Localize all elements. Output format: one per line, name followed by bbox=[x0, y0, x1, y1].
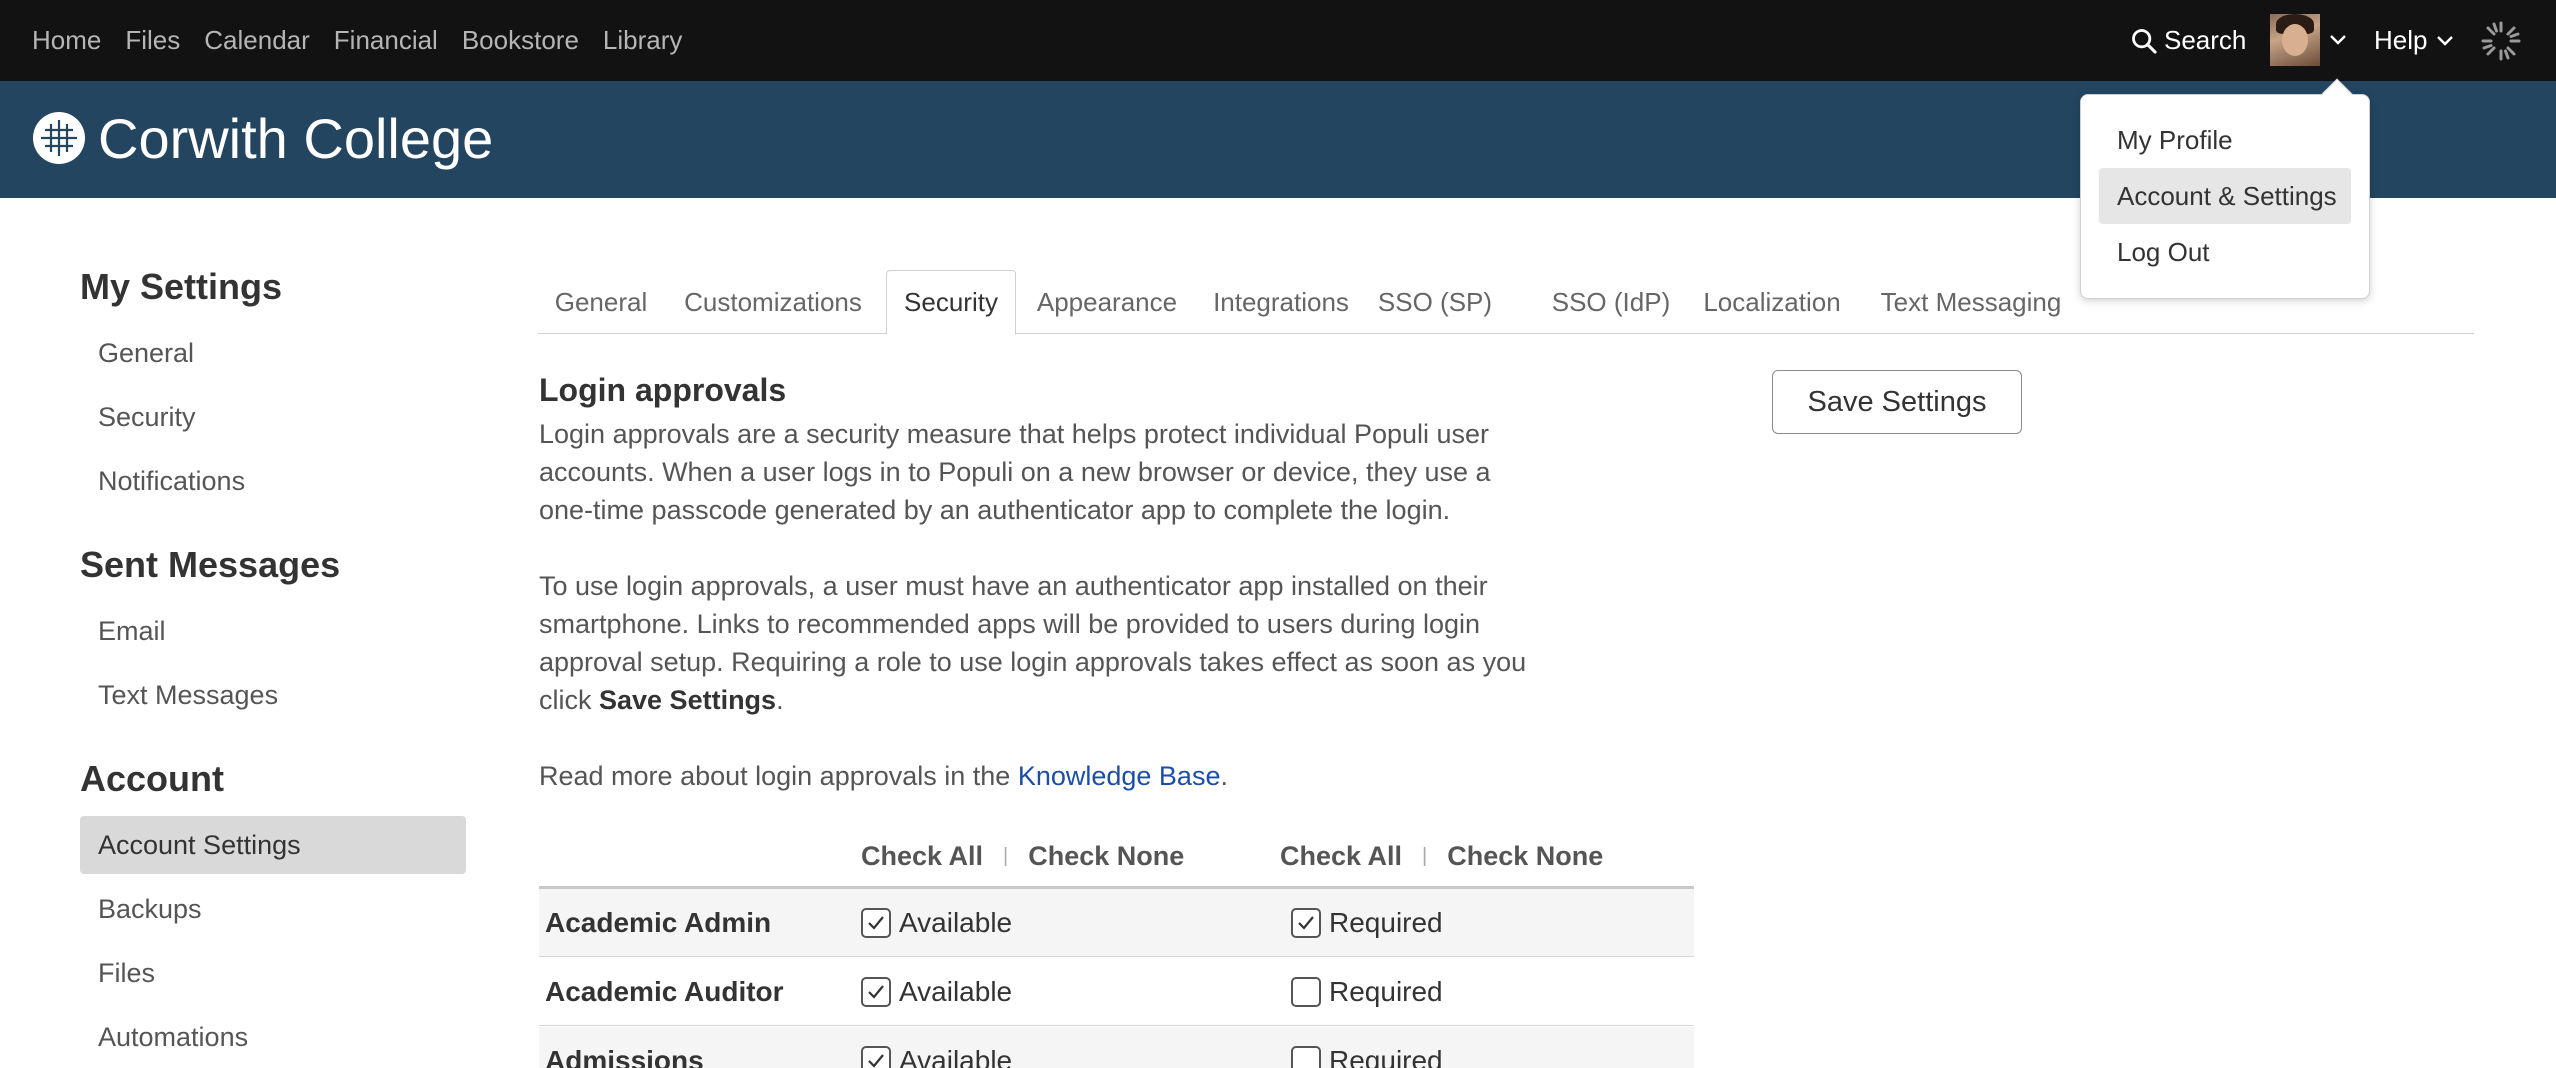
main-nav-links: Home Files Calendar Financial Bookstore … bbox=[32, 0, 682, 81]
sidebar-heading-my-settings: My Settings bbox=[80, 266, 283, 307]
help-menu-button[interactable]: Help bbox=[2374, 0, 2455, 81]
sidebar-item-automations[interactable]: Automations bbox=[80, 1008, 466, 1066]
sidebar-item-files[interactable]: Files bbox=[80, 944, 466, 1002]
nav-library[interactable]: Library bbox=[603, 25, 682, 56]
checkmark-icon bbox=[1298, 916, 1314, 930]
paragraph-2-period: . bbox=[776, 685, 784, 715]
tab-text-messaging[interactable]: Text Messaging bbox=[1858, 270, 2084, 334]
nav-home[interactable]: Home bbox=[32, 25, 101, 56]
sidebar-item-account-settings[interactable]: Account Settings bbox=[80, 816, 466, 874]
available-label[interactable]: Available bbox=[899, 889, 1012, 957]
search-label: Search bbox=[2164, 25, 2247, 55]
required-checkbox[interactable] bbox=[1291, 1046, 1321, 1068]
search-icon bbox=[2132, 28, 2157, 54]
save-settings-emphasis: Save Settings bbox=[599, 685, 777, 715]
tab-customizations[interactable]: Customizations bbox=[666, 270, 880, 334]
nav-files[interactable]: Files bbox=[125, 25, 180, 56]
table-row: Admissions Available Required bbox=[539, 1027, 1694, 1068]
top-nav: Home Files Calendar Financial Bookstore … bbox=[0, 0, 2556, 81]
section-title: Login approvals bbox=[539, 372, 787, 408]
menu-item-account-settings[interactable]: Account & Settings bbox=[2099, 168, 2351, 224]
save-settings-button[interactable]: Save Settings bbox=[1772, 370, 2022, 434]
search-button[interactable]: Search bbox=[2130, 0, 2246, 81]
sidebar-item-text-messages[interactable]: Text Messages bbox=[80, 666, 466, 724]
required-label[interactable]: Required bbox=[1329, 889, 1443, 957]
sidebar-item-backups[interactable]: Backups bbox=[80, 880, 466, 938]
required-label[interactable]: Required bbox=[1329, 1027, 1443, 1068]
available-checkbox[interactable] bbox=[861, 908, 891, 938]
divider: | bbox=[1003, 844, 1009, 867]
sidebar-item-security[interactable]: Security bbox=[80, 388, 466, 446]
chevron-down-icon bbox=[2330, 35, 2346, 45]
tab-sso-idp[interactable]: SSO (IdP) bbox=[1528, 270, 1694, 334]
sidebar-item-email[interactable]: Email bbox=[80, 602, 466, 660]
checkmark-icon bbox=[868, 1054, 884, 1068]
role-name: Academic Admin bbox=[545, 907, 772, 938]
tab-security[interactable]: Security bbox=[886, 270, 1016, 335]
knowledge-base-link[interactable]: Knowledge Base bbox=[1018, 761, 1221, 791]
nav-financial[interactable]: Financial bbox=[334, 25, 438, 56]
checkmark-icon bbox=[868, 985, 884, 999]
college-seal-icon bbox=[33, 112, 85, 164]
description-paragraph-3: Read more about login approvals in the K… bbox=[539, 757, 1539, 795]
available-label[interactable]: Available bbox=[899, 1027, 1012, 1068]
available-check-none[interactable]: Check None bbox=[1028, 841, 1184, 872]
tab-integrations[interactable]: Integrations bbox=[1200, 270, 1362, 334]
table-row: Academic Auditor Available Required bbox=[539, 958, 1694, 1026]
available-checkbox[interactable] bbox=[861, 1046, 891, 1068]
nav-bookstore[interactable]: Bookstore bbox=[462, 25, 579, 56]
role-name: Academic Auditor bbox=[545, 976, 784, 1007]
paragraph-3-text: Read more about login approvals in the bbox=[539, 761, 1018, 791]
required-check-controls: Check All | Check None bbox=[1280, 836, 1603, 876]
sidebar-heading-sent-messages: Sent Messages bbox=[80, 544, 341, 585]
help-label: Help bbox=[2374, 25, 2428, 55]
chevron-down-icon bbox=[2437, 35, 2454, 46]
required-check-none[interactable]: Check None bbox=[1447, 841, 1603, 872]
available-checkbox[interactable] bbox=[861, 977, 891, 1007]
user-menu-toggle[interactable] bbox=[2270, 14, 2348, 66]
tab-localization[interactable]: Localization bbox=[1676, 270, 1868, 334]
user-dropdown-menu: My Profile Account & Settings Log Out bbox=[2080, 78, 2370, 299]
sidebar-item-general[interactable]: General bbox=[80, 324, 466, 382]
tab-appearance[interactable]: Appearance bbox=[1024, 270, 1190, 334]
tab-general[interactable]: General bbox=[538, 270, 664, 334]
description-paragraph-1: Login approvals are a security measure t… bbox=[539, 419, 1491, 525]
required-label[interactable]: Required bbox=[1329, 958, 1443, 1026]
table-row: Academic Admin Available Required bbox=[539, 889, 1694, 957]
tab-sso-sp[interactable]: SSO (SP) bbox=[1372, 270, 1498, 334]
checkmark-icon bbox=[868, 916, 884, 930]
settings-tabs: General Customizations Security Appearan… bbox=[538, 270, 2474, 335]
role-name: Admissions bbox=[545, 1045, 704, 1068]
menu-item-my-profile[interactable]: My Profile bbox=[2099, 112, 2351, 168]
required-checkbox[interactable] bbox=[1291, 977, 1321, 1007]
sidebar-item-notifications[interactable]: Notifications bbox=[80, 452, 466, 510]
required-checkbox[interactable] bbox=[1291, 908, 1321, 938]
required-check-all[interactable]: Check All bbox=[1280, 841, 1402, 872]
available-label[interactable]: Available bbox=[899, 958, 1012, 1026]
available-check-all[interactable]: Check All bbox=[861, 841, 983, 872]
description-paragraph-2: To use login approvals, a user must have… bbox=[539, 567, 1539, 719]
avatar bbox=[2270, 14, 2320, 66]
nav-calendar[interactable]: Calendar bbox=[204, 25, 310, 56]
college-name[interactable]: Corwith College bbox=[98, 104, 493, 174]
populi-logo-icon[interactable] bbox=[2480, 20, 2522, 62]
available-check-controls: Check All | Check None bbox=[861, 836, 1184, 876]
paragraph-3-period: . bbox=[1220, 761, 1228, 791]
divider: | bbox=[1422, 844, 1428, 867]
sidebar-heading-account: Account bbox=[80, 758, 224, 799]
